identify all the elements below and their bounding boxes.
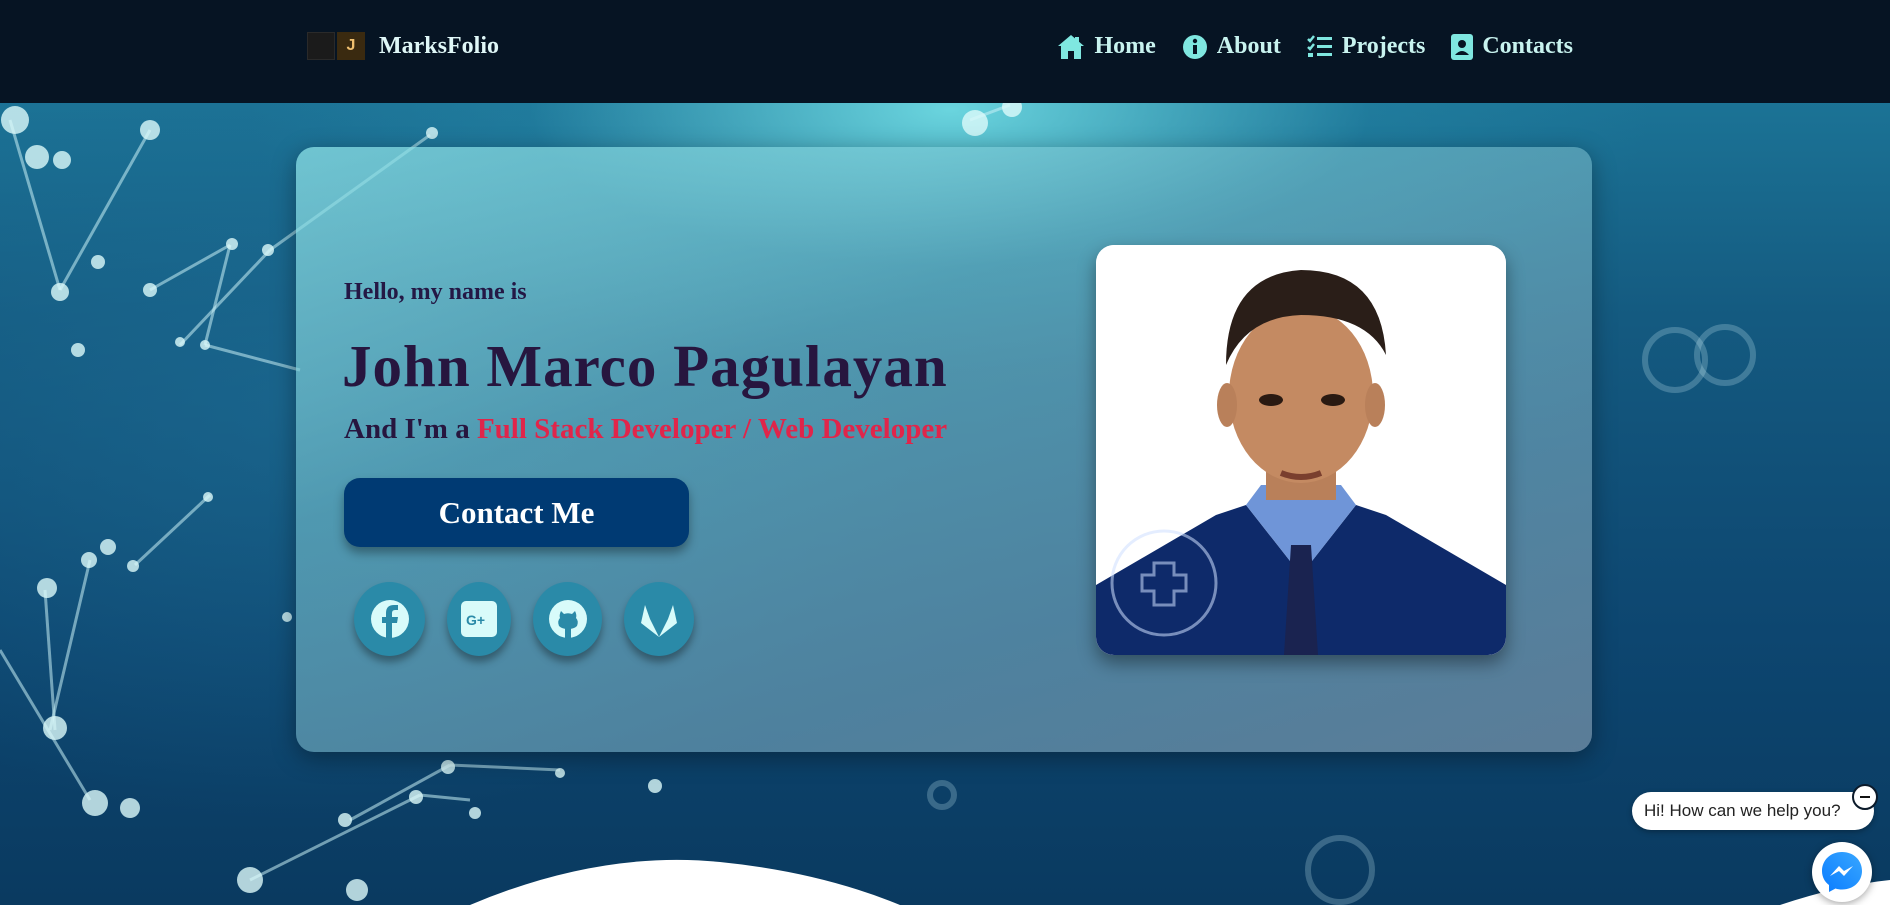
nav-projects-label: Projects: [1341, 33, 1426, 59]
profile-photo-illustration: [1096, 245, 1506, 655]
google-plus-link[interactable]: G+: [447, 582, 511, 656]
hero-role: And I'm a Full Stack Developer / Web Dev…: [344, 413, 947, 446]
info-icon: [1182, 34, 1207, 59]
nav-contacts[interactable]: Contacts: [1451, 33, 1573, 60]
nav-projects[interactable]: Projects: [1306, 33, 1426, 60]
hero-role-prefix: And I'm a: [344, 413, 477, 445]
github-icon: [548, 600, 587, 639]
gitlab-icon: [641, 605, 677, 637]
nav-links: Home About Projects Contacts: [1057, 33, 1573, 60]
hero-greeting: Hello, my name is: [344, 279, 527, 305]
navbar: J MarksFolio Home About Projects Contact…: [0, 0, 1890, 103]
chat-greeting-bubble[interactable]: Hi! How can we help you?: [1632, 792, 1874, 830]
monitor-icon: [307, 32, 335, 60]
nav-about-label: About: [1216, 33, 1281, 59]
facebook-link[interactable]: [354, 582, 425, 656]
brand-name: MarksFolio: [379, 32, 499, 59]
google-plus-icon: G+: [461, 601, 497, 637]
checklist-icon: [1306, 34, 1332, 57]
github-link[interactable]: [533, 582, 602, 656]
svg-text:G+: G+: [466, 612, 485, 628]
brand-logo-letter: J: [337, 32, 365, 60]
hero-card: Hello, my name is John Marco Pagulayan A…: [296, 147, 1592, 752]
nav-home[interactable]: Home: [1057, 33, 1156, 60]
brand[interactable]: J MarksFolio: [307, 32, 499, 60]
nav-home-label: Home: [1094, 33, 1156, 59]
profile-photo: [1096, 245, 1506, 655]
contact-me-button[interactable]: Contact Me: [344, 478, 689, 547]
contact-book-icon: [1451, 33, 1474, 60]
nav-contacts-label: Contacts: [1482, 33, 1573, 59]
nav-about[interactable]: About: [1182, 33, 1281, 60]
minus-icon: [1860, 796, 1870, 798]
messenger-icon: [1822, 852, 1862, 892]
chat-close-button[interactable]: [1852, 784, 1878, 810]
brand-logo: J: [307, 32, 365, 60]
hero-name: John Marco Pagulayan: [342, 333, 948, 399]
chat-launcher-button[interactable]: [1812, 842, 1872, 902]
social-links: G+: [354, 582, 694, 656]
bottom-wave: [470, 859, 1890, 905]
facebook-icon: [370, 600, 409, 638]
gitlab-link[interactable]: [624, 582, 694, 656]
hero-role-highlight: Full Stack Developer / Web Developer: [476, 413, 948, 445]
home-icon: [1058, 34, 1085, 59]
